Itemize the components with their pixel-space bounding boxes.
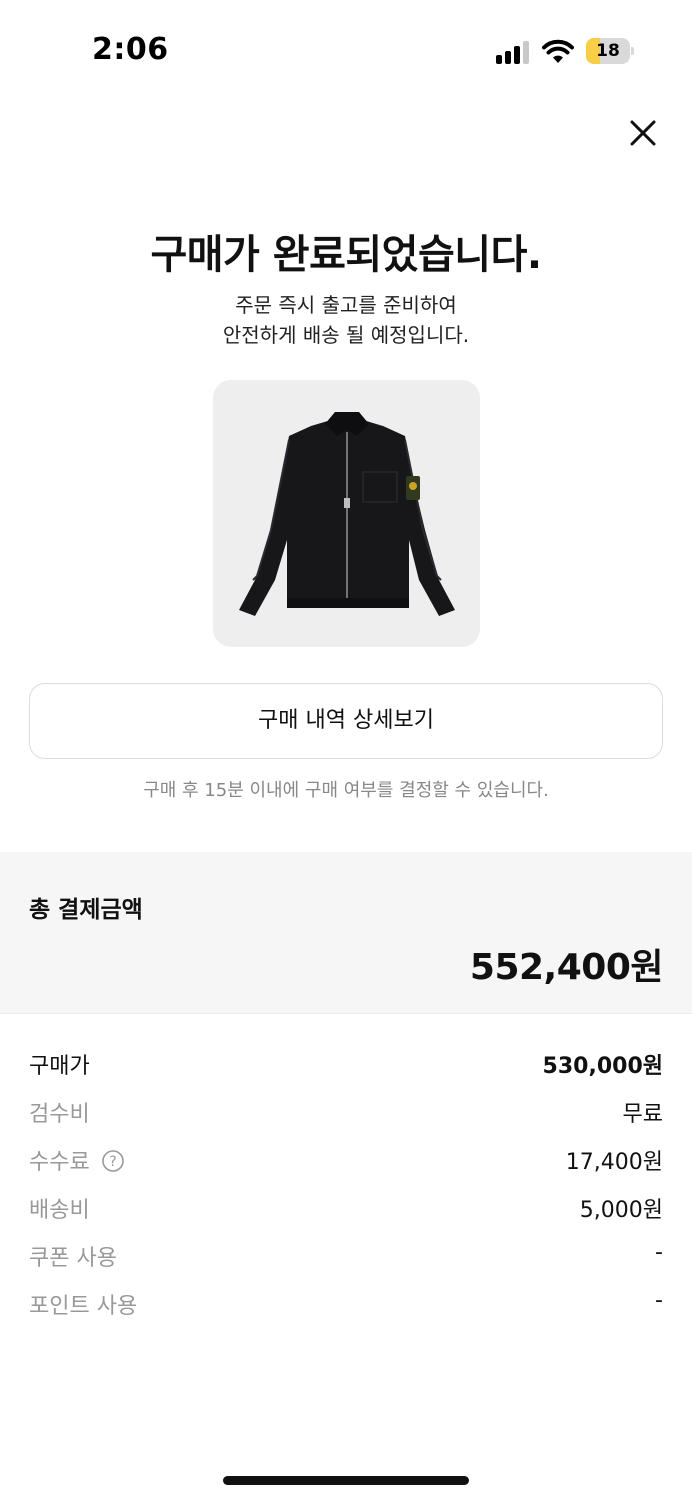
price-breakdown: 구매가 530,000원 검수비 무료 수수료 ? 17,400원 배송비 5,… [29,1040,663,1328]
breakdown-row-commission: 수수료 ? 17,400원 [29,1136,663,1184]
subtitle-line: 안전하게 배송 될 예정입니다. [222,323,470,347]
breakdown-row-purchase-price: 구매가 530,000원 [29,1040,663,1088]
breakdown-label: 검수비 [29,1102,90,1127]
breakdown-label: 포인트 사용 [29,1294,138,1319]
breakdown-value: 530,000원 [542,1054,663,1079]
decision-notice: 구매 후 15분 이내에 구매 여부를 결정할 수 있습니다. [143,780,549,801]
close-button[interactable] [626,116,660,150]
breakdown-value: 무료 [622,1102,663,1127]
product-image [213,380,480,647]
cellular-signal-icon [496,40,532,64]
total-payment-section: 총 결제금액 552,400원 [0,852,692,1014]
breakdown-label: 수수료 [29,1150,90,1175]
black-zip-jacket-image [239,412,455,616]
breakdown-label: 쿠폰 사용 [29,1246,117,1271]
breakdown-value: - [655,1240,663,1265]
purchase-detail-button[interactable]: 구매 내역 상세보기 [29,683,663,759]
help-icon[interactable]: ? [101,1149,125,1173]
breakdown-row-points: 포인트 사용 - [29,1280,663,1328]
breakdown-row-shipping: 배송비 5,000원 [29,1184,663,1232]
breakdown-row-inspection-fee: 검수비 무료 [29,1088,663,1136]
status-bar: 2:06 18 [0,0,692,100]
breakdown-value: 5,000원 [579,1198,663,1223]
home-indicator[interactable] [223,1476,469,1485]
breakdown-label: 구매가 [29,1054,90,1079]
battery-icon: 18 [586,38,634,64]
subtitle-line: 주문 즉시 출고를 준비하여 [235,293,457,317]
battery-level: 18 [596,41,620,61]
page-subtitle: 주문 즉시 출고를 준비하여 안전하게 배송 될 예정입니다. [0,290,692,350]
breakdown-value: 17,400원 [565,1150,663,1175]
page-title: 구매가 완료되었습니다. [150,232,542,278]
total-payment-label: 총 결제금액 [29,897,143,923]
breakdown-label-wrapper: 수수료 ? [29,1144,125,1176]
breakdown-value: - [655,1288,663,1313]
breakdown-label: 배송비 [29,1198,90,1223]
total-payment-value: 552,400원 [469,947,664,988]
close-icon [630,120,656,146]
wifi-icon [542,38,574,64]
breakdown-row-coupon: 쿠폰 사용 - [29,1232,663,1280]
svg-text:?: ? [109,1154,116,1170]
status-time: 2:06 [92,32,169,67]
